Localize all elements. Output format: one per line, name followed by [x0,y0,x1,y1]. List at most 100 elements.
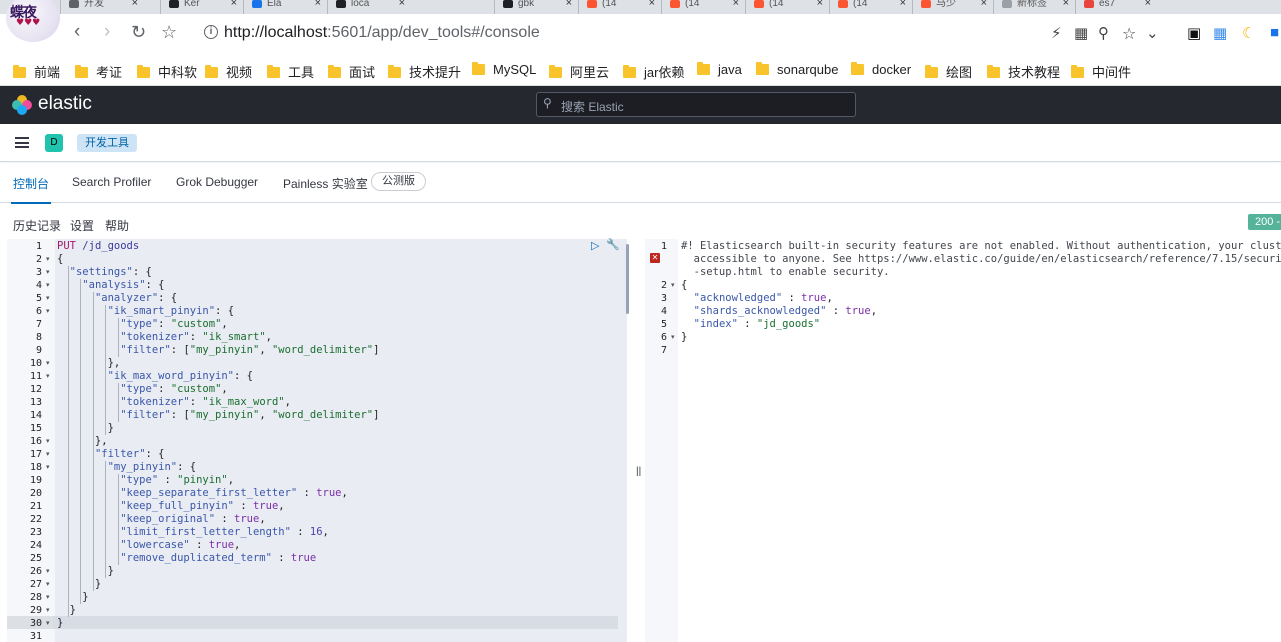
bookmark-item[interactable]: 视频 [205,62,252,81]
bookmark-item[interactable]: 中科软 [137,62,197,81]
bookmark-item[interactable]: java [697,62,742,77]
fold-toggle-icon[interactable]: ▾ [46,591,52,604]
bookmark-item[interactable]: 考证 [75,62,122,81]
close-icon[interactable]: × [900,0,906,9]
bookmark-item[interactable]: 前端 [13,62,60,81]
close-icon[interactable]: × [1145,0,1151,9]
fold-toggle-icon[interactable]: ▾ [46,279,52,292]
fold-toggle-icon[interactable]: ▾ [46,448,52,461]
browser-tab[interactable]: loca × [327,0,411,14]
browser-tab[interactable]: 开发 × [60,0,144,14]
bookmark-item[interactable]: 绘图 [925,62,972,81]
fold-toggle-icon[interactable]: ▾ [46,266,52,279]
browser-tab[interactable]: gbk × [494,0,578,14]
bookmark-item[interactable]: 面试 [328,62,375,81]
code-line: "analyzer": { [94,292,178,304]
moon-icon[interactable]: ☾ [1242,24,1255,42]
line-number: 19 [29,475,42,486]
fold-toggle-icon[interactable]: ▾ [46,292,52,305]
request-editor[interactable]: 1 PUT /jd_goods 2 ▾ {3 ▾ "settings": {4 ▾ "ana… [7,239,627,642]
chevron-down-icon[interactable]: ⌄ [1146,24,1159,42]
space-avatar[interactable]: D [45,134,63,152]
browser-tab[interactable]: (14 × [661,0,745,14]
reload-icon[interactable]: ↻ [131,22,146,42]
help-link[interactable]: 帮助 [105,217,129,234]
bookmark-star-icon[interactable]: ☆ [161,22,177,42]
wrench-icon[interactable]: 🔧 [606,238,620,251]
response-pane: ✕ 1 #! Elasticsearch built-in security fe… [645,239,1281,642]
extension-icon[interactable]: ▣ [1187,24,1201,42]
close-icon[interactable]: × [1063,0,1069,9]
folder-icon [987,65,1000,78]
close-icon[interactable]: × [231,0,237,9]
browser-tab[interactable]: Ker × [160,0,243,14]
bookmark-item[interactable]: jar依赖 [623,62,684,81]
forward-icon[interactable]: › [104,22,110,42]
bookmark-label: java [718,62,742,77]
close-icon[interactable]: × [566,0,572,9]
close-icon[interactable]: × [132,0,138,9]
global-search-input[interactable]: ⚲ 搜索 Elastic [536,92,856,117]
bookmark-item[interactable]: 工具 [267,62,314,81]
bookmark-item[interactable]: docker [851,62,911,77]
close-icon[interactable]: × [817,0,823,9]
close-icon[interactable]: × [733,0,739,9]
code-line: }, [57,435,108,447]
fold-toggle-icon[interactable]: ▾ [46,370,52,383]
close-icon[interactable]: × [649,0,655,9]
bookmark-item[interactable]: sonarqube [756,62,838,77]
history-link[interactable]: 历史记录 [13,217,61,234]
fold-toggle-icon[interactable]: ▾ [46,604,52,617]
url-text[interactable]: http://localhost:5601/app/dev_tools#/con… [224,24,540,42]
bookmark-item[interactable]: 技术教程 [987,62,1060,81]
fold-toggle-icon[interactable]: ▾ [671,279,677,292]
tab-painless-lab[interactable]: Painless 实验室 [283,175,368,192]
play-icon[interactable]: ▷ [591,239,599,252]
menu-icon[interactable] [15,137,29,148]
editor-scrollbar[interactable] [626,244,629,314]
zoom-icon[interactable]: ⚲ [1098,24,1109,42]
browser-tab[interactable]: 马少 × [912,0,993,14]
translate-icon[interactable]: ■ [1270,24,1279,41]
code-line: "lowercase" : true, [120,539,241,551]
fold-toggle-icon[interactable]: ▾ [46,565,52,578]
fold-toggle-icon[interactable]: ▾ [46,578,52,591]
bookmark-item[interactable]: 中间件 [1071,62,1131,81]
response-line: #! Elasticsearch built-in security featu… [681,240,1281,252]
fold-toggle-icon[interactable]: ▾ [46,461,52,474]
site-info-icon[interactable]: i [204,25,218,39]
bookmark-item[interactable]: 阿里云 [549,62,609,81]
line-number: 16 [29,436,42,447]
bookmark-item[interactable]: 技术提升 [388,62,461,81]
back-icon[interactable]: ‹ [74,22,80,42]
code-line: "keep_original" : true, [120,513,266,525]
folder-icon [137,65,150,78]
fold-toggle-icon[interactable]: ▾ [46,305,52,318]
fold-toggle-icon[interactable]: ▾ [671,331,677,344]
fold-toggle-icon[interactable]: ▾ [46,435,52,448]
close-icon[interactable]: × [399,0,405,9]
bookmark-item[interactable]: MySQL [472,62,536,77]
tab-grok-debugger[interactable]: Grok Debugger [176,175,258,189]
fold-toggle-icon[interactable]: ▾ [46,357,52,370]
browser-tab[interactable]: 新标签 × [993,0,1075,14]
browser-tab[interactable]: (14 × [578,0,661,14]
fold-toggle-icon[interactable]: ▾ [46,253,52,266]
code-line: "type": "custom", [120,318,228,330]
browser-tab[interactable]: (14 × [829,0,912,14]
fold-toggle-icon[interactable]: ▾ [46,617,52,630]
browser-tab[interactable]: es7 × [1075,0,1157,14]
bolt-icon[interactable]: ⚡ [1051,24,1062,42]
browser-tab[interactable]: Ela × [243,0,327,14]
pane-resizer-handle[interactable]: || [636,466,641,477]
elastic-logo-icon[interactable] [12,95,32,115]
close-icon[interactable]: × [981,0,987,9]
qr-icon[interactable]: ▦ [1074,24,1088,42]
tab-search-profiler[interactable]: Search Profiler [72,175,151,189]
settings-link[interactable]: 设置 [70,217,94,234]
star-icon[interactable]: ☆ [1122,24,1136,44]
browser-tab[interactable]: (14 × [745,0,829,14]
close-icon[interactable]: × [315,0,321,9]
apps-icon[interactable]: ▦ [1213,24,1227,42]
tab-console[interactable]: 控制台 [10,175,52,204]
